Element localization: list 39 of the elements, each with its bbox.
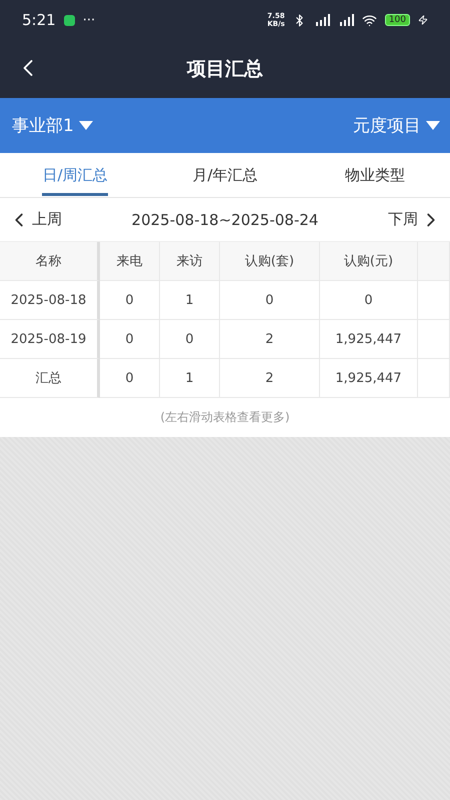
date-range: 2025-08-18~2025-08-24 [132,210,318,228]
table-cell: 0 [160,320,220,359]
column-header: 来访 [160,242,220,281]
table-cell: 2025-08-19 [0,320,100,359]
signal-icon [338,14,354,26]
table-cell: 2025-08-18 [0,281,100,320]
charging-icon [418,15,428,25]
chat-app-icon [64,14,75,26]
previous-week-button[interactable]: 上周 [8,208,62,230]
page-title: 项目汇总 [187,57,263,82]
filter-dropdown[interactable]: 元度项目 [353,114,440,137]
table-cell: 1,925,447 [320,359,418,398]
caret-icon [78,121,93,130]
table-cell: 1,925,447 [320,320,418,359]
tab[interactable]: 物业类型 [300,153,450,197]
column-header: 认购(套) [220,242,320,281]
caret-icon [426,121,440,130]
next-week-button[interactable]: 下周 [388,208,442,230]
table-cell: 0 [220,281,320,320]
battery-level: 100 [384,14,410,26]
status-time: 5:21 [22,11,56,29]
more-notifications: ··· [82,12,96,28]
filter-dropdown[interactable]: 事业部1 [12,114,93,137]
column-header: 来电 [100,242,160,281]
column-header: 名称 [0,242,100,281]
scroll-hint: (左右滑动表格查看更多) [160,409,290,426]
wifi-icon [362,12,377,28]
signal-icon [314,14,330,26]
table-cell: 0 [100,281,160,320]
table-cell: 2 [220,359,320,398]
tab[interactable]: 月/年汇总 [150,153,300,197]
table-cell: 2 [220,320,320,359]
table-cell: 1 [160,281,220,320]
table-cell: 1 [160,359,220,398]
column-header: 认购(元) [320,242,418,281]
table-cell: 0 [100,320,160,359]
table-cell: 0 [320,281,418,320]
table-cell: 0 [100,359,160,398]
table-cell: 汇总 [0,359,100,398]
